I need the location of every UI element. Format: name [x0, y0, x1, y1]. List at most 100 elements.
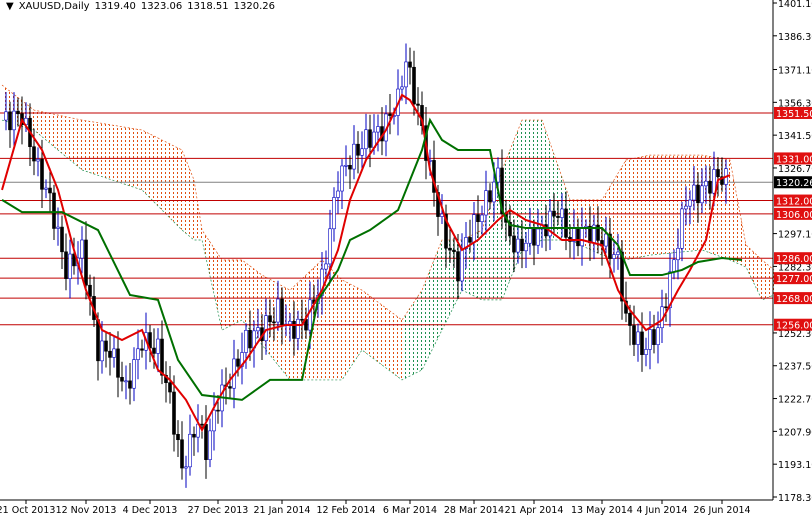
- candle-body: [208, 430, 212, 460]
- candle-body: [416, 103, 420, 106]
- price-chart[interactable]: 1401.101386.301371.101356.301341.501326.…: [0, 0, 812, 517]
- candle-body: [456, 251, 460, 282]
- level-label: 1306.00: [776, 210, 812, 221]
- candle-body: [52, 192, 56, 229]
- candle-body: [328, 228, 332, 265]
- candle-body: [40, 159, 44, 190]
- candle-body: [248, 329, 252, 349]
- candle-body: [460, 248, 464, 282]
- candle-body: [376, 126, 380, 133]
- x-tick-label: 4 Dec 2013: [123, 505, 178, 516]
- candle-body: [136, 348, 140, 360]
- candle-body: [536, 228, 540, 246]
- candle-body: [580, 227, 584, 247]
- candle-body: [12, 110, 16, 131]
- cloud-segment: [482, 169, 502, 300]
- candle-body: [688, 199, 692, 207]
- candle-body: [60, 226, 64, 253]
- candle-body: [276, 298, 280, 323]
- candle-body: [696, 184, 700, 204]
- y-tick-label: 1341.50: [778, 131, 812, 142]
- candle-body: [124, 380, 128, 383]
- candle-body: [132, 359, 136, 389]
- candle-body: [204, 424, 208, 460]
- candle-body: [480, 214, 484, 222]
- x-tick-label: 27 Dec 2013: [188, 505, 249, 516]
- cloud-segment: [626, 155, 650, 260]
- candle-body: [532, 227, 536, 246]
- level-label: 1256.00: [776, 321, 812, 332]
- candle-body: [236, 358, 240, 367]
- candle-body: [556, 215, 560, 218]
- candle-body: [332, 197, 336, 230]
- candle-body: [44, 187, 48, 190]
- candle-body: [32, 146, 36, 162]
- candle-body: [516, 238, 520, 253]
- candle-body: [292, 321, 296, 339]
- candle-body: [228, 386, 232, 389]
- y-tick-label: 1207.90: [778, 427, 812, 438]
- candle-body: [408, 61, 412, 68]
- candle-body: [308, 299, 312, 331]
- candle-body: [80, 239, 84, 259]
- open-value: 1319.40: [94, 1, 136, 12]
- candle-body: [200, 423, 204, 426]
- candle-body: [348, 165, 352, 170]
- candle-body: [272, 321, 276, 324]
- candle-body: [180, 439, 184, 469]
- candle-body: [368, 129, 372, 148]
- level-label: 1268.00: [776, 294, 812, 305]
- y-tick-label: 1326.70: [778, 164, 812, 175]
- y-tick-label: 1371.10: [778, 66, 812, 77]
- candle-body: [172, 391, 176, 435]
- x-tick-label: 12 Nov 2013: [56, 505, 117, 516]
- candle-body: [300, 318, 304, 321]
- candle-body: [268, 315, 272, 323]
- x-tick-label: 12 Feb 2014: [316, 505, 375, 516]
- y-tick-label: 1193.10: [778, 460, 812, 471]
- cloud-segment: [402, 290, 422, 380]
- candle-body: [116, 348, 120, 378]
- candle-body: [676, 247, 680, 261]
- candle-body: [560, 208, 564, 218]
- candle-body: [664, 306, 668, 309]
- candle-body: [340, 165, 344, 192]
- y-tick-label: 1401.10: [778, 0, 812, 10]
- level-label: 1277.00: [776, 274, 812, 285]
- y-tick-label: 1237.50: [778, 362, 812, 373]
- candle-body: [352, 143, 356, 170]
- candle-body: [412, 66, 416, 105]
- candle-body: [64, 251, 68, 279]
- candle-body: [576, 228, 580, 247]
- candle-body: [324, 263, 328, 270]
- candle-body: [100, 340, 104, 362]
- y-tick-label: 1297.10: [778, 230, 812, 241]
- candle-body: [56, 226, 60, 229]
- candle-body: [16, 110, 20, 115]
- cloud-segment: [182, 150, 194, 241]
- candle-body: [652, 329, 656, 345]
- candle-body: [716, 169, 720, 178]
- cloud-segment: [502, 120, 522, 300]
- close-value: 1320.26: [233, 1, 275, 12]
- chart-window: ▼ XAUUSD,Daily 1319.40 1323.06 1318.51 1320.2…: [0, 0, 812, 517]
- candle-body: [356, 143, 360, 156]
- candle-body: [644, 349, 648, 355]
- candle-body: [140, 348, 144, 351]
- candle-body: [168, 382, 172, 393]
- candle-body: [264, 315, 268, 342]
- symbol-label: XAUUSD,Daily: [18, 1, 90, 12]
- candle-body: [468, 237, 472, 243]
- x-tick-label: 6 Mar 2014: [383, 505, 437, 516]
- candle-body: [708, 180, 712, 194]
- candle-body: [512, 235, 516, 253]
- dropdown-arrow-icon[interactable]: ▼: [6, 1, 14, 12]
- candle-body: [700, 185, 704, 204]
- candle-body: [256, 327, 260, 332]
- candle-body: [564, 208, 568, 238]
- candle-body: [104, 340, 108, 352]
- candle-body: [280, 298, 284, 325]
- candle-body: [192, 433, 196, 438]
- candle-body: [400, 86, 404, 90]
- candle-body: [336, 190, 340, 198]
